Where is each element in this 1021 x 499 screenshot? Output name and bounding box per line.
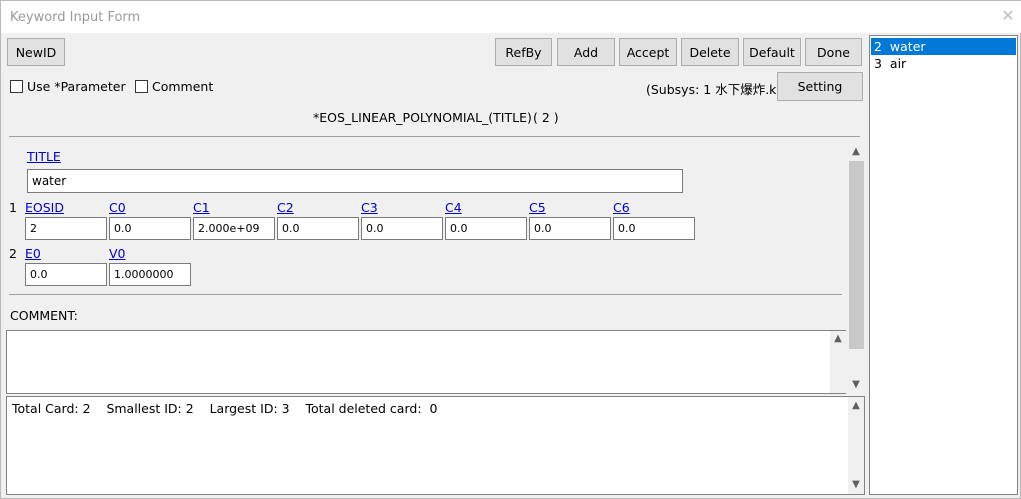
setting-button[interactable]: Setting — [777, 72, 863, 101]
list-item[interactable]: 2 water — [871, 38, 1016, 55]
scroll-down-icon[interactable]: ▼ — [848, 479, 864, 490]
subsys-text: (Subsys: 1 水下爆炸.k) — [646, 82, 782, 97]
id-list[interactable]: 2 water 3 air — [869, 35, 1018, 495]
eosid-input[interactable]: 2 — [25, 217, 107, 240]
title-input[interactable]: water — [27, 169, 683, 193]
window-title: Keyword Input Form — [10, 10, 141, 25]
c3-input[interactable]: 0.0 — [361, 217, 443, 240]
c2-input[interactable]: 0.0 — [277, 217, 359, 240]
default-button[interactable]: Default — [743, 38, 801, 66]
use-parameter-checkbox[interactable]: Use *Parameter — [10, 79, 126, 94]
keyword-count: ( 2 ) — [533, 110, 559, 125]
title-bar: Keyword Input Form ✕ — [1, 1, 1021, 33]
use-parameter-label: Use *Parameter — [27, 79, 126, 94]
divider — [9, 136, 860, 137]
scroll-up-icon[interactable]: ▲ — [848, 400, 864, 411]
comment-checkbox-label: Comment — [152, 79, 214, 94]
title-field-label[interactable]: TITLE — [27, 149, 61, 164]
card-index: 1 — [9, 200, 17, 215]
comment-label: COMMENT: — [10, 308, 78, 323]
c1-label[interactable]: C1 — [193, 200, 210, 215]
c6-label[interactable]: C6 — [613, 200, 630, 215]
e0-input[interactable]: 0.0 — [25, 263, 107, 286]
card-index: 2 — [9, 246, 17, 261]
delete-button[interactable]: Delete — [681, 38, 739, 66]
accept-button[interactable]: Accept — [619, 38, 677, 66]
done-button[interactable]: Done — [805, 38, 862, 66]
refby-button[interactable]: RefBy — [495, 38, 552, 66]
comment-textarea[interactable]: ▲ — [6, 330, 846, 394]
c6-input[interactable]: 0.0 — [613, 217, 695, 240]
list-item-id: 3 — [874, 56, 882, 71]
c2-label[interactable]: C2 — [277, 200, 294, 215]
comment-scrollbar[interactable]: ▲ — [830, 331, 846, 393]
keyword-input-form-window: Keyword Input Form ✕ NewID RefBy Add Acc… — [0, 0, 1021, 499]
v0-input[interactable]: 1.0000000 — [109, 263, 191, 286]
checkbox-box[interactable] — [10, 80, 23, 93]
add-button[interactable]: Add — [557, 38, 615, 66]
newid-button[interactable]: NewID — [7, 38, 65, 66]
c1-input[interactable]: 2.000e+09 — [193, 217, 275, 240]
c4-input[interactable]: 0.0 — [445, 217, 527, 240]
eosid-label[interactable]: EOSID — [25, 200, 64, 215]
list-item-name: air — [889, 56, 907, 71]
divider — [9, 294, 842, 295]
list-item[interactable]: 3 air — [871, 55, 1016, 72]
scroll-down-icon[interactable]: ▼ — [848, 379, 864, 390]
close-icon[interactable]: ✕ — [999, 7, 1017, 25]
c5-label[interactable]: C5 — [529, 200, 546, 215]
c4-label[interactable]: C4 — [445, 200, 462, 215]
main-scrollbar[interactable]: ▲ ▼ — [848, 144, 865, 394]
scroll-up-icon[interactable]: ▲ — [830, 333, 846, 344]
scroll-thumb[interactable] — [849, 161, 864, 349]
c5-input[interactable]: 0.0 — [529, 217, 611, 240]
c0-label[interactable]: C0 — [109, 200, 126, 215]
status-panel: Total Card: 2 Smallest ID: 2 Largest ID:… — [6, 396, 865, 495]
status-scrollbar[interactable]: ▲ ▼ — [848, 397, 864, 494]
checkbox-box[interactable] — [135, 80, 148, 93]
status-text: Total Card: 2 Smallest ID: 2 Largest ID:… — [12, 401, 438, 416]
list-item-id: 2 — [874, 39, 882, 54]
c3-label[interactable]: C3 — [361, 200, 378, 215]
e0-label[interactable]: E0 — [25, 246, 41, 261]
scroll-up-icon[interactable]: ▲ — [848, 146, 864, 157]
keyword-heading: *EOS_LINEAR_POLYNOMIAL_(TITLE) — [313, 110, 532, 125]
comment-checkbox[interactable]: Comment — [135, 79, 213, 94]
c0-input[interactable]: 0.0 — [109, 217, 191, 240]
list-item-name: water — [889, 39, 926, 54]
v0-label[interactable]: V0 — [109, 246, 126, 261]
